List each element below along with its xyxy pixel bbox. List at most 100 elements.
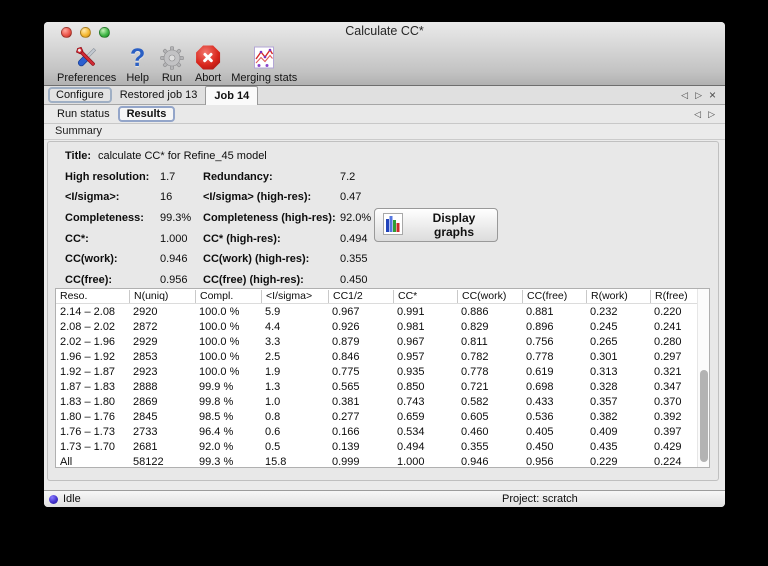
table-cell: 0.881 — [526, 305, 554, 318]
summary-label1: CC(work): — [65, 253, 118, 266]
table-cell: 1.9 — [265, 365, 281, 378]
table-cell: 0.896 — [526, 320, 554, 333]
table-cell: 2.08 – 2.02 — [60, 320, 116, 333]
summary-value1: 1.000 — [160, 232, 188, 245]
summary-value2: 0.355 — [340, 253, 368, 266]
table-row[interactable]: 1.73 – 1.70 2681 92.0 % 0.5 0.139 0.494 0.355 0… — [56, 439, 709, 454]
summary-label1: CC(free): — [65, 273, 113, 286]
table-cell: 0.6 — [265, 425, 281, 438]
table-cell: 100.0 % — [199, 365, 240, 378]
column-header[interactable]: Compl. — [195, 289, 261, 303]
table-row[interactable]: 1.96 – 1.92 2853 100.0 % 2.5 0.846 0.957 0.782… — [56, 349, 709, 364]
table-scrollbar[interactable] — [697, 289, 709, 467]
table-cell: 0.409 — [590, 425, 618, 438]
abort-button[interactable]: Abort — [190, 41, 226, 84]
main-tab-bar: Configure Restored job 13 Job 14 ◁ ▷ × — [44, 86, 725, 105]
column-header[interactable]: Reso. — [56, 290, 129, 303]
table-row[interactable]: 1.83 – 1.80 2869 99.8 % 1.0 0.381 0.743 0.582 0… — [56, 394, 709, 409]
table-cell: 0.245 — [590, 320, 618, 333]
summary-value1: 99.3% — [160, 212, 192, 225]
table-cell: 2.5 — [265, 350, 281, 363]
merging-stats-button[interactable]: Merging stats — [226, 41, 302, 84]
summary-stat-row: <I/sigma>: 16 <I/sigma> (high-res): 0.47 — [48, 187, 718, 208]
tab-job-14[interactable]: Job 14 — [205, 86, 259, 105]
table-cell: 0.5 — [265, 440, 281, 453]
table-cell: 0.435 — [590, 440, 618, 453]
table-cell: 0.139 — [332, 440, 360, 453]
subtab-scroll-left-icon[interactable]: ◁ — [694, 109, 701, 120]
table-row[interactable]: All 58122 99.3 % 15.8 0.999 1.000 0.946 0.956 0.… — [56, 454, 709, 469]
minimize-window-button[interactable] — [80, 27, 91, 38]
table-cell: 0.778 — [526, 350, 554, 363]
table-row[interactable]: 1.92 – 1.87 2923 100.0 % 1.9 0.775 0.935 0.778… — [56, 364, 709, 379]
column-header[interactable]: R(work) — [586, 289, 650, 303]
status-idle-icon — [49, 494, 58, 504]
table-cell: All — [60, 455, 73, 468]
table-cell: 1.92 – 1.87 — [60, 365, 116, 378]
tab-restored-job-13[interactable]: Restored job 13 — [112, 86, 206, 104]
table-row[interactable]: 2.14 – 2.08 2920 100.0 % 5.9 0.967 0.991 0.886… — [56, 304, 709, 319]
table-cell: 2929 — [133, 335, 158, 348]
table-cell: 0.232 — [590, 305, 618, 318]
summary-title-row: Title: calculate CC* for Refine_45 model — [48, 146, 718, 167]
summary-label2: Redundancy: — [203, 170, 273, 183]
preferences-label: Preferences — [57, 72, 117, 84]
summary-label2: CC* (high-res): — [203, 232, 281, 245]
table-cell: 2869 — [133, 395, 158, 408]
table-row[interactable]: 1.87 – 1.83 2888 99.9 % 1.3 0.565 0.850 0.721 0… — [56, 379, 709, 394]
sub-tab-controls: ◁ ▷ — [694, 109, 725, 120]
run-button[interactable]: Run — [154, 41, 190, 84]
table-cell: 0.381 — [332, 395, 360, 408]
table-cell: 1.96 – 1.92 — [60, 350, 116, 363]
table-cell: 92.0 % — [199, 440, 234, 453]
table-cell: 1.73 – 1.70 — [60, 440, 116, 453]
table-cell: 1.76 – 1.73 — [60, 425, 116, 438]
table-row[interactable]: 2.02 – 1.96 2929 100.0 % 3.3 0.879 0.967 0.811… — [56, 334, 709, 349]
window-title: Calculate CC* — [345, 24, 424, 38]
tab-close-icon[interactable]: × — [709, 89, 716, 101]
summary-label1: High resolution: — [65, 170, 150, 183]
table-cell: 0.775 — [332, 365, 360, 378]
table-cell: 0.967 — [332, 305, 360, 318]
subtab-scroll-right-icon[interactable]: ▷ — [708, 109, 715, 120]
help-button[interactable]: ? Help — [121, 41, 154, 85]
table-row[interactable]: 2.08 – 2.02 2872 100.0 % 4.4 0.926 0.981 0.829… — [56, 319, 709, 334]
column-header[interactable]: N(uniq) — [129, 289, 195, 303]
summary-value2: 0.494 — [340, 232, 368, 245]
table-cell: 58122 — [133, 455, 164, 468]
summary-label2: <I/sigma> (high-res): — [203, 191, 312, 204]
column-header[interactable]: CC* — [393, 289, 457, 303]
scrollbar-thumb[interactable] — [699, 370, 708, 462]
column-header[interactable]: CC1/2 — [328, 289, 393, 303]
column-header[interactable]: CC(free) — [522, 289, 586, 303]
table-row[interactable]: 1.80 – 1.76 2845 98.5 % 0.8 0.277 0.659 0.605 0… — [56, 409, 709, 424]
tab-configure[interactable]: Configure — [48, 87, 112, 103]
display-graphs-button[interactable]: Display graphs — [374, 208, 498, 242]
column-header[interactable]: CC(work) — [457, 289, 522, 303]
tab-run-status[interactable]: Run status — [49, 108, 118, 120]
summary-value2: 92.0% — [340, 212, 372, 225]
table-cell: 3.3 — [265, 335, 281, 348]
bar-chart-icon — [383, 212, 403, 239]
run-gear-icon — [159, 43, 185, 72]
zoom-window-button[interactable] — [99, 27, 110, 38]
close-window-button[interactable] — [61, 27, 72, 38]
table-body: 2.14 – 2.08 2920 100.0 % 5.9 0.967 0.991 0.886… — [56, 304, 709, 469]
titlebar[interactable]: Calculate CC* — [44, 22, 725, 41]
table-row[interactable]: 1.76 – 1.73 2733 96.4 % 0.6 0.166 0.534 0.460 0… — [56, 424, 709, 439]
table-cell: 0.536 — [526, 410, 554, 423]
table-cell: 0.582 — [461, 395, 489, 408]
tab-results[interactable]: Results — [117, 106, 176, 122]
table-cell: 1.80 – 1.76 — [60, 410, 116, 423]
summary-value1: 16 — [160, 191, 173, 204]
tab-scroll-left-icon[interactable]: ◁ — [681, 90, 688, 101]
summary-value1: 0.946 — [160, 253, 188, 266]
table-cell: 99.8 % — [199, 395, 234, 408]
table-cell: 0.565 — [332, 380, 360, 393]
tab-scroll-right-icon[interactable]: ▷ — [695, 90, 702, 101]
column-header[interactable]: <I/sigma> — [261, 289, 328, 303]
summary-label1: Completeness: — [65, 212, 144, 225]
table-cell: 1.000 — [397, 455, 425, 468]
table-cell: 2845 — [133, 410, 158, 423]
preferences-button[interactable]: Preferences — [52, 41, 121, 84]
